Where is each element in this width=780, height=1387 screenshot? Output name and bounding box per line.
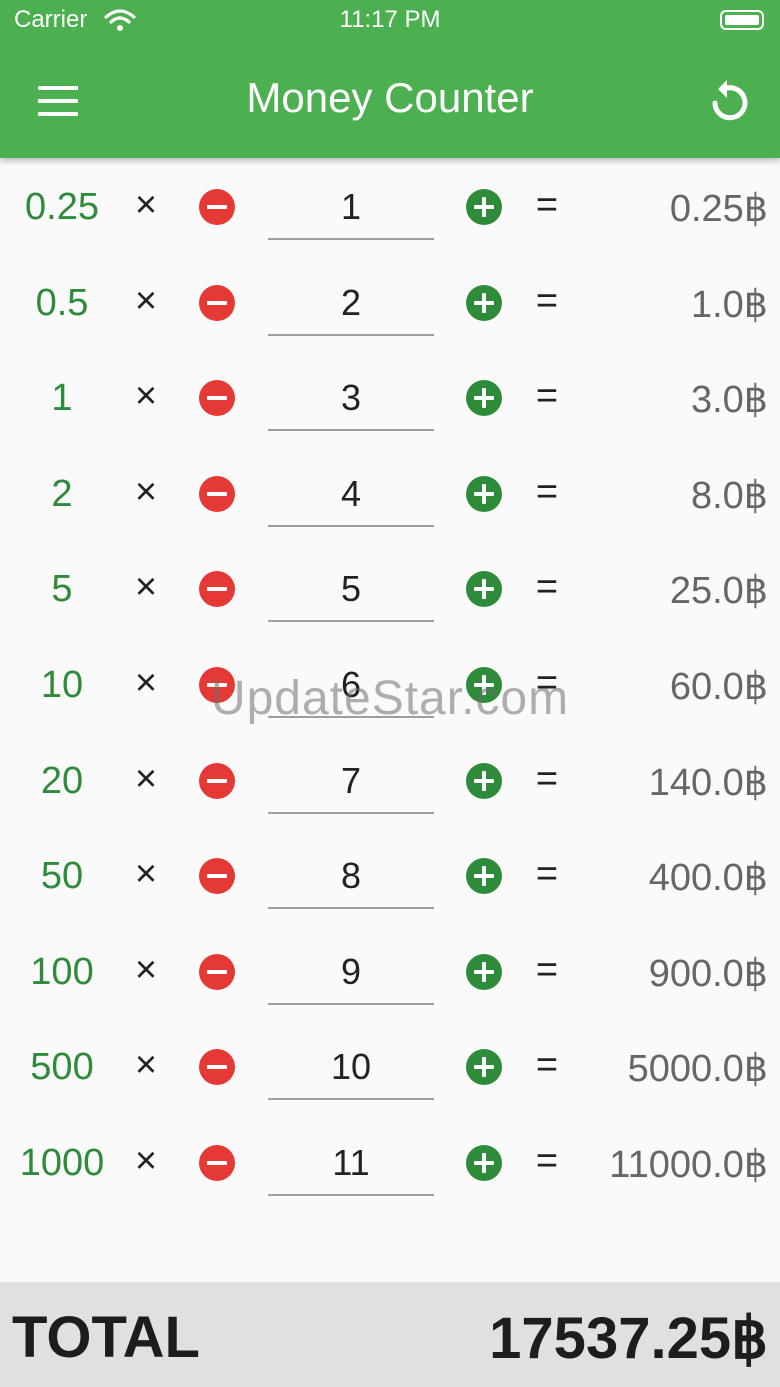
- quantity-value[interactable]: 5: [268, 568, 434, 610]
- row-amount: 5000.0฿: [627, 1048, 768, 1091]
- multiply-symbol: ×: [134, 757, 158, 800]
- increment-button[interactable]: [466, 475, 502, 512]
- denomination-row: 20 × 7 = 140.0฿: [0, 732, 780, 828]
- equals-symbol: =: [535, 566, 559, 609]
- denomination-row: 0.25 × 1 = 0.25฿: [0, 158, 780, 254]
- quantity-field[interactable]: 9: [268, 943, 434, 1005]
- decrement-button[interactable]: [199, 284, 235, 321]
- increment-button[interactable]: [466, 1144, 502, 1181]
- denomination-row: 2 × 4 = 8.0฿: [0, 445, 780, 541]
- denomination-value: 500: [30, 1046, 94, 1089]
- total-value: 17537.25฿: [489, 1306, 768, 1371]
- equals-symbol: =: [535, 948, 559, 991]
- row-amount: 1.0฿: [690, 283, 768, 326]
- multiply-symbol: ×: [134, 470, 158, 513]
- increment-button[interactable]: [466, 380, 502, 417]
- increment-button[interactable]: [466, 284, 502, 321]
- multiply-symbol: ×: [134, 279, 158, 322]
- quantity-value[interactable]: 4: [268, 473, 434, 515]
- multiply-symbol: ×: [134, 1044, 158, 1087]
- increment-button[interactable]: [466, 762, 502, 799]
- denomination-value: 20: [40, 759, 84, 802]
- increment-button[interactable]: [466, 953, 502, 990]
- quantity-value[interactable]: 9: [268, 951, 434, 993]
- row-amount: 25.0฿: [669, 570, 768, 613]
- quantity-field[interactable]: 10: [268, 1038, 434, 1101]
- quantity-field[interactable]: 4: [268, 465, 434, 527]
- equals-symbol: =: [535, 853, 559, 896]
- quantity-field[interactable]: 2: [268, 274, 434, 336]
- row-amount: 11000.0฿: [609, 1143, 768, 1186]
- equals-symbol: =: [535, 184, 559, 226]
- denomination-value: 1: [51, 377, 73, 420]
- denomination-value: 100: [30, 950, 94, 993]
- decrement-button[interactable]: [199, 858, 235, 895]
- watermark: UpdateStar.com: [210, 672, 570, 725]
- quantity-value[interactable]: 3: [268, 377, 434, 419]
- total-bar: TOTAL 17537.25฿: [0, 1282, 780, 1387]
- quantity-value[interactable]: 2: [268, 282, 434, 324]
- clock: 11:17 PM: [339, 6, 441, 33]
- equals-symbol: =: [535, 375, 559, 418]
- denomination-value: 2: [51, 472, 73, 515]
- quantity-value[interactable]: 8: [268, 855, 434, 897]
- denomination-row: 1000 × 11 = 11000.0฿: [0, 1114, 780, 1210]
- denomination-row: 500 × 10 = 5000.0฿: [0, 1018, 780, 1114]
- denomination-value: 1000: [19, 1141, 105, 1184]
- total-label: TOTAL: [12, 1305, 200, 1370]
- denomination-value: 0.25: [25, 186, 99, 228]
- multiply-symbol: ×: [134, 375, 158, 418]
- row-amount: 400.0฿: [648, 857, 768, 900]
- decrement-button[interactable]: [199, 475, 235, 512]
- increment-button[interactable]: [466, 1049, 502, 1086]
- equals-symbol: =: [535, 279, 559, 322]
- decrement-button[interactable]: [199, 380, 235, 417]
- quantity-value[interactable]: 11: [268, 1142, 434, 1184]
- row-amount: 140.0฿: [648, 761, 768, 804]
- increment-button[interactable]: [466, 189, 502, 225]
- equals-symbol: =: [535, 470, 559, 513]
- denomination-row: 1 × 3 = 3.0฿: [0, 349, 780, 445]
- multiply-symbol: ×: [134, 948, 158, 991]
- multiply-symbol: ×: [134, 1139, 158, 1182]
- decrement-button[interactable]: [199, 953, 235, 990]
- decrement-button[interactable]: [199, 571, 235, 608]
- increment-button[interactable]: [466, 571, 502, 608]
- denomination-row: 50 × 8 = 400.0฿: [0, 827, 780, 923]
- multiply-symbol: ×: [134, 566, 158, 609]
- decrement-button[interactable]: [199, 189, 235, 225]
- row-amount: 8.0฿: [690, 474, 768, 517]
- reset-icon[interactable]: [702, 76, 758, 126]
- row-amount: 0.25฿: [669, 188, 768, 230]
- equals-symbol: =: [535, 1044, 559, 1087]
- quantity-field[interactable]: 8: [268, 847, 434, 910]
- quantity-field[interactable]: 5: [268, 560, 434, 623]
- denomination-value: 5: [51, 568, 73, 611]
- denomination-value: 0.5: [35, 281, 89, 324]
- row-amount: 3.0฿: [690, 379, 768, 422]
- multiply-symbol: ×: [134, 853, 158, 896]
- decrement-button[interactable]: [199, 1049, 235, 1086]
- denomination-row: 0.5 × 2 = 1.0฿: [0, 254, 780, 350]
- quantity-field[interactable]: 7: [268, 752, 434, 814]
- increment-button[interactable]: [466, 858, 502, 895]
- denomination-row: 5 × 5 = 25.0฿: [0, 540, 780, 636]
- equals-symbol: =: [535, 1139, 559, 1182]
- equals-symbol: =: [535, 757, 559, 800]
- multiply-symbol: ×: [134, 184, 158, 226]
- row-amount: 900.0฿: [648, 952, 768, 995]
- quantity-field[interactable]: 1: [268, 178, 434, 240]
- decrement-button[interactable]: [199, 1144, 235, 1181]
- quantity-value[interactable]: 10: [268, 1046, 434, 1088]
- quantity-field[interactable]: 11: [268, 1134, 434, 1196]
- decrement-button[interactable]: [199, 762, 235, 799]
- denomination-row: 100 × 9 = 900.0฿: [0, 923, 780, 1019]
- battery-icon: [720, 10, 764, 30]
- denomination-value: 50: [40, 855, 84, 898]
- quantity-value[interactable]: 7: [268, 760, 434, 802]
- quantity-field[interactable]: 3: [268, 369, 434, 432]
- app-bar: Carrier 11:17 PM Money Counter: [0, 0, 780, 158]
- quantity-value[interactable]: 1: [268, 186, 434, 228]
- page-title: Money Counter: [246, 74, 534, 121]
